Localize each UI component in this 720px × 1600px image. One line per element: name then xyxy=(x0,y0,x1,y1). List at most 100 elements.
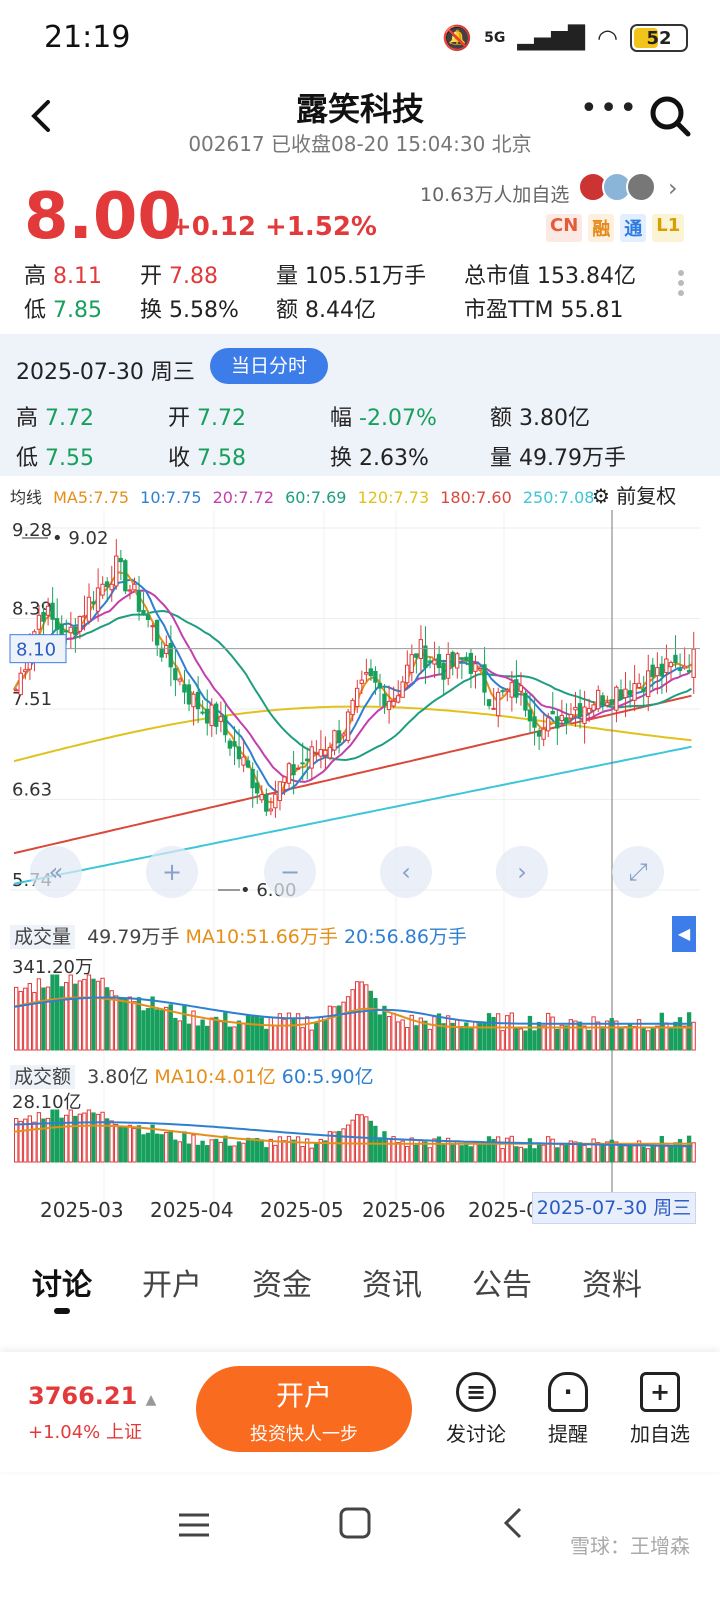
amount-bar xyxy=(18,1120,23,1163)
amount-bar xyxy=(577,1142,583,1163)
amount-bar xyxy=(591,1138,596,1163)
stock-tags: CN 融 通 L1 xyxy=(546,214,685,242)
volume-bar xyxy=(73,983,78,1051)
volume-bar xyxy=(550,1016,555,1051)
candle-body xyxy=(514,679,519,698)
open-account-subtitle: 投资快人一步 xyxy=(250,1424,358,1445)
candle-body xyxy=(532,716,537,728)
stat-turnover: 换 5.58% xyxy=(140,298,239,323)
amount-bar xyxy=(136,1125,142,1163)
candle-body xyxy=(405,664,410,684)
followers-count[interactable]: 10.63万人加自选 xyxy=(420,180,569,207)
triangle-up-icon: ▲ xyxy=(145,1392,157,1408)
candle-body xyxy=(682,665,687,669)
candle-body xyxy=(491,707,496,710)
volume-bar xyxy=(154,1009,160,1051)
post-discussion-button[interactable]: ≡ 发讨论 xyxy=(436,1372,516,1447)
volume-bar xyxy=(623,1026,628,1051)
volume-bar xyxy=(377,1014,383,1051)
more-icon[interactable]: ••• xyxy=(580,94,637,138)
pan-left-icon-glyph: ‹ xyxy=(401,858,411,886)
candle-body xyxy=(264,794,269,812)
candle-body xyxy=(586,707,592,714)
stat-low: 低 7.85 xyxy=(24,298,102,323)
tab-discussion[interactable]: 讨论 xyxy=(32,1260,92,1304)
day-low: 低 7.55 xyxy=(16,446,94,471)
amount-bar xyxy=(486,1136,492,1163)
amount-legend: 成交额 3.80亿 MA10:4.01亿 60:5.90亿 xyxy=(10,1062,374,1089)
crosshair-date: 2025-07-30 周三 xyxy=(532,1192,696,1224)
tab-announcements[interactable]: 公告 xyxy=(472,1260,532,1304)
volume-bar xyxy=(527,1015,533,1051)
stock-header: 露笑科技 002617 已收盘08-20 15:04:30 北京 ••• xyxy=(0,80,720,160)
battery-icon: 52 xyxy=(630,24,688,52)
volume-bar xyxy=(118,997,123,1051)
volume-bar xyxy=(405,1027,410,1051)
candle-body xyxy=(568,714,574,719)
volume-bar xyxy=(127,996,133,1051)
candle-body xyxy=(686,670,692,673)
candle-body xyxy=(368,668,373,677)
adjust-button[interactable]: ⚙ 前复权 xyxy=(592,480,676,509)
candle-body xyxy=(614,686,619,711)
volume-bar xyxy=(214,1016,219,1051)
tab-open-account[interactable]: 开户 xyxy=(142,1260,202,1304)
volume-bar xyxy=(327,1005,333,1051)
collapse-icon[interactable]: ◀ xyxy=(672,916,696,952)
amount-bar xyxy=(655,1144,660,1163)
candle-body xyxy=(50,602,55,620)
volume-bar xyxy=(45,986,51,1051)
candle-body xyxy=(91,601,96,605)
amount-bar xyxy=(27,1115,32,1163)
candle-body xyxy=(550,710,555,715)
candle-body xyxy=(154,619,160,646)
candle-body xyxy=(509,682,514,698)
amount-bar xyxy=(259,1139,264,1163)
amount-bar xyxy=(36,1112,42,1163)
candle-body xyxy=(632,683,637,701)
volume-bar xyxy=(659,1012,664,1051)
volume-bar xyxy=(318,1016,323,1051)
candle-body xyxy=(395,695,401,703)
index-value[interactable]: 3766.21 ▲ xyxy=(28,1382,156,1410)
high-annotation: • 9.02 xyxy=(52,528,108,549)
volume-bar xyxy=(64,982,69,1051)
candle-body xyxy=(364,672,369,675)
volume-bar xyxy=(364,984,369,1051)
amount-bar xyxy=(532,1148,537,1163)
volume-bar xyxy=(573,1020,578,1051)
menu-icon[interactable] xyxy=(176,1510,212,1540)
amount-bar xyxy=(32,1121,37,1163)
open-account-button[interactable]: 开户 投资快人一步 xyxy=(196,1366,412,1452)
amount-bar xyxy=(245,1137,251,1163)
volume-bar xyxy=(23,987,28,1051)
chevron-right-icon[interactable]: › xyxy=(668,174,678,202)
amount-bar xyxy=(250,1138,255,1163)
volume-bar xyxy=(159,1010,164,1051)
amount-bar xyxy=(168,1130,173,1163)
amount-bar xyxy=(495,1136,501,1163)
candle-body xyxy=(254,782,260,794)
intraday-button[interactable]: 当日分时 xyxy=(210,348,328,384)
home-icon[interactable] xyxy=(338,1506,372,1540)
candle-body xyxy=(141,609,146,615)
back-nav-icon[interactable] xyxy=(498,1506,528,1540)
amount-bar xyxy=(391,1136,396,1163)
volume-bar xyxy=(277,1013,283,1051)
volume-bar xyxy=(368,990,373,1051)
candle-body xyxy=(345,711,351,741)
search-icon[interactable] xyxy=(646,92,694,140)
tab-news[interactable]: 资讯 xyxy=(362,1260,422,1304)
amount-bar xyxy=(164,1131,169,1163)
amount-bar xyxy=(341,1128,346,1163)
volume-bar xyxy=(336,1005,342,1051)
candle-body xyxy=(350,699,355,716)
tab-funds[interactable]: 资金 xyxy=(252,1260,312,1304)
alert-button[interactable]: · 提醒 xyxy=(528,1372,608,1447)
more-vertical-icon[interactable] xyxy=(676,266,686,306)
follower-avatars[interactable] xyxy=(578,172,656,202)
kline-chart[interactable]: 9.288.397.516.635.748.10• 9.02• 6.00«+−‹… xyxy=(0,510,720,1230)
add-watchlist-button[interactable]: + 加自选 xyxy=(620,1372,700,1447)
candle-body xyxy=(273,793,278,809)
tab-profile[interactable]: 资料 xyxy=(582,1260,642,1304)
